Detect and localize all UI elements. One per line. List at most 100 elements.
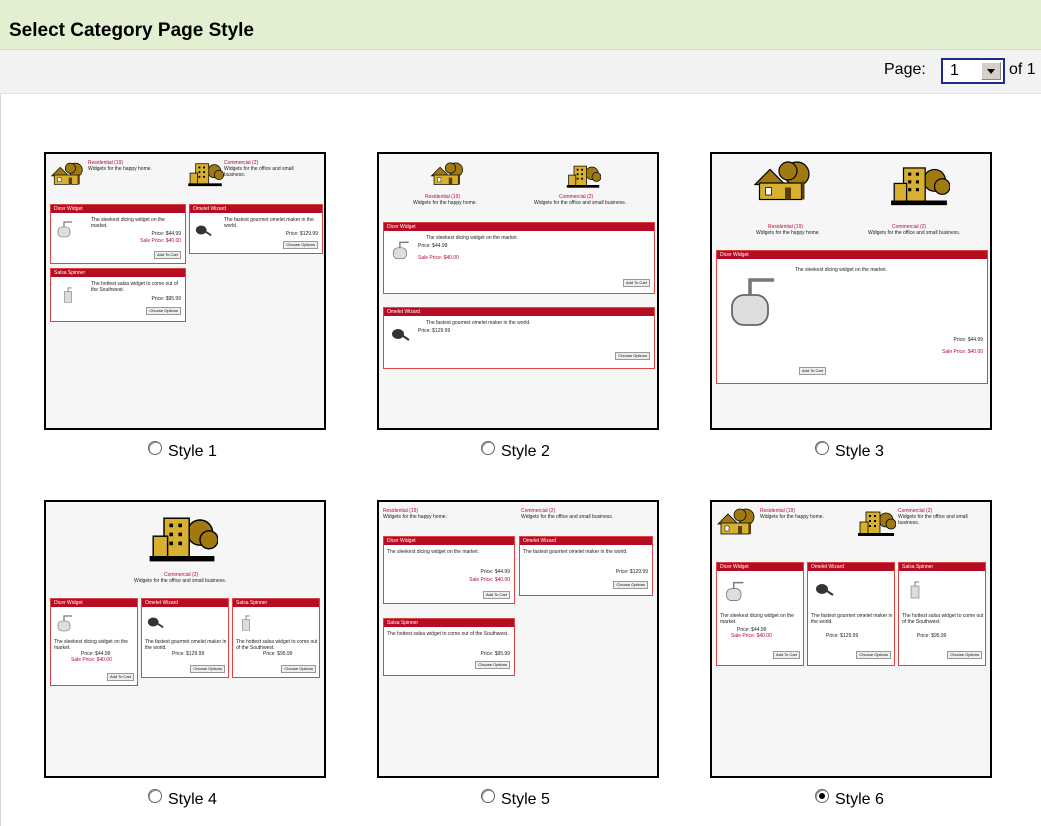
preview-commercial-desc: Widgets for the office and small busines… xyxy=(898,514,968,526)
style-1-radio[interactable] xyxy=(148,441,162,455)
preview-card-price: Price: $44.99 xyxy=(151,231,181,237)
preview-card-sale: Sale Price: $40.00 xyxy=(418,255,459,261)
style-4-option[interactable]: Style 4 xyxy=(148,788,268,810)
preview-card-price: Price: $44.99 xyxy=(953,337,983,343)
preview-card-title: Salsa Spinner xyxy=(51,269,185,277)
page-of-label: of 1 xyxy=(1009,61,1036,78)
dicer-icon xyxy=(723,271,783,331)
preview-add-to-cart: Add To Cart xyxy=(799,367,827,375)
style-2-option[interactable]: Style 2 xyxy=(481,440,601,462)
style-1-label: Style 1 xyxy=(168,443,217,460)
spinner-icon xyxy=(59,285,77,307)
preview-card-title: Omelet Wizard xyxy=(384,308,654,316)
house-icon xyxy=(429,162,465,188)
preview-card-sale: Sale Price: $40.00 xyxy=(140,238,181,244)
page-title: Select Category Page Style xyxy=(9,20,254,41)
preview-card-title: Salsa Spinner xyxy=(233,599,319,607)
style-4-radio[interactable] xyxy=(148,789,162,803)
preview-add-to-cart: Add To Cart xyxy=(106,673,134,681)
preview-card-dicer: Dicer Widget The sleekest dicing widget … xyxy=(716,562,804,666)
preview-commercial-desc: Widgets for the office and small busines… xyxy=(868,230,961,236)
dicer-icon xyxy=(723,579,747,603)
preview-card-desc: The sleekest dicing widget on the market… xyxy=(720,613,794,625)
preview-card-dicer: Dicer Widget The sleekest dicing widget … xyxy=(50,598,138,686)
preview-card-title: Omelet Wizard xyxy=(142,599,228,607)
preview-commercial-desc: Widgets for the office and small busines… xyxy=(224,166,294,178)
preview-card-dicer: Dicer Widget The sleekest dicing widget … xyxy=(383,536,515,604)
style-6-option[interactable]: Style 6 xyxy=(815,788,935,810)
style-5-option[interactable]: Style 5 xyxy=(481,788,601,810)
style-5-preview[interactable]: Residential (19) Widgets for the happy h… xyxy=(377,500,659,778)
preview-card-price: Price: $129.99 xyxy=(615,569,648,575)
preview-residential-desc: Widgets for the happy home. xyxy=(88,166,152,172)
preview-card-title: Omelet Wizard xyxy=(190,205,322,213)
preview-card-price: Price: $129.99 xyxy=(826,633,859,639)
preview-add-to-cart: Add To Cart xyxy=(153,251,181,259)
preview-card-title: Omelet Wizard xyxy=(520,537,652,545)
style-2-radio[interactable] xyxy=(481,441,495,455)
page-select[interactable]: 1 xyxy=(941,58,1005,84)
preview-card-desc: The hottest salsa widget to come out of … xyxy=(387,631,509,637)
style-4-preview[interactable]: Commercial (2) Widgets for the office an… xyxy=(44,500,326,778)
preview-card-omelet: Omelet Wizard The fastest gourmet omelet… xyxy=(383,307,655,369)
preview-card-price: Price: $44.99 xyxy=(480,569,510,575)
preview-card-salsa: Salsa Spinner The hottest salsa widget t… xyxy=(232,598,320,678)
preview-choose-options: Choose Options xyxy=(283,241,318,249)
preview-card-title: Salsa Spinner xyxy=(384,619,514,627)
style-6-preview[interactable]: Residential (19) Widgets for the happy h… xyxy=(710,500,992,778)
preview-choose-options: Choose Options xyxy=(615,352,650,360)
building-icon xyxy=(146,508,218,568)
building-icon xyxy=(186,160,224,188)
style-2-preview[interactable]: Residential (19) Widgets for the happy h… xyxy=(377,152,659,430)
style-1-option[interactable]: Style 1 xyxy=(148,440,268,462)
preview-card-title: Salsa Spinner xyxy=(899,563,985,571)
style-5-radio[interactable] xyxy=(481,789,495,803)
preview-choose-options: Choose Options xyxy=(856,651,891,659)
preview-card-salsa: Salsa Spinner The hottest salsa widget t… xyxy=(50,268,186,322)
preview-choose-options: Choose Options xyxy=(613,581,648,589)
preview-card-price: Price: $95.99 xyxy=(917,633,947,639)
preview-residential-desc: Widgets for the happy home. xyxy=(760,514,824,520)
preview-card-desc: The sleekest dicing widget on the market… xyxy=(91,217,165,229)
chevron-down-icon[interactable] xyxy=(981,62,1001,80)
preview-choose-options: Choose Options xyxy=(475,661,510,669)
preview-card-desc: The sleekest dicing widget on the market… xyxy=(54,639,128,651)
pan-icon xyxy=(146,613,164,631)
preview-choose-options: Choose Options xyxy=(281,665,316,673)
house-icon xyxy=(50,162,84,188)
preview-commercial-desc: Widgets for the office and small busines… xyxy=(134,578,227,584)
preview-card-title: Dicer Widget xyxy=(384,537,514,545)
preview-card-desc: The fastest gourmet omelet maker in the … xyxy=(426,320,531,326)
preview-card-price: Price: $44.99 xyxy=(418,243,448,249)
style-6-radio[interactable] xyxy=(815,789,829,803)
preview-card-desc: The sleekest dicing widget on the market… xyxy=(387,549,479,555)
preview-card-salsa: Salsa Spinner The hottest salsa widget t… xyxy=(898,562,986,666)
pan-icon xyxy=(814,579,834,599)
style-3-radio[interactable] xyxy=(815,441,829,455)
preview-commercial-desc: Widgets for the office and small busines… xyxy=(534,200,627,206)
preview-card-desc: The fastest gourmet omelet maker in the … xyxy=(811,613,893,625)
preview-add-to-cart: Add To Cart xyxy=(622,279,650,287)
house-icon xyxy=(752,160,812,206)
preview-card-omelet: Omelet Wizard The fastest gourmet omelet… xyxy=(807,562,895,666)
preview-card-title: Dicer Widget xyxy=(51,205,185,213)
style-5-label: Style 5 xyxy=(501,791,550,808)
divider xyxy=(0,94,1,826)
building-icon xyxy=(565,162,601,190)
dicer-icon xyxy=(390,239,412,261)
preview-card-title: Dicer Widget xyxy=(51,599,137,607)
preview-choose-options: Choose Options xyxy=(190,665,225,673)
preview-card-price: Price: $95.99 xyxy=(263,651,293,657)
preview-card-price: Price: $129.99 xyxy=(172,651,205,657)
preview-card-desc: The hottest salsa widget to come out of … xyxy=(91,281,178,293)
preview-residential-desc: Widgets for the happy home. xyxy=(383,514,447,520)
style-1-preview[interactable]: Residential (19) Widgets for the happy h… xyxy=(44,152,326,430)
page-header: Select Category Page Style xyxy=(0,0,1041,50)
spinner-icon xyxy=(237,613,255,635)
preview-card-price: Price: $129.99 xyxy=(285,231,318,237)
preview-card-price: Price: $95.99 xyxy=(151,296,181,302)
preview-card-title: Dicer Widget xyxy=(717,251,987,259)
style-3-preview[interactable]: Residential (19) Widgets for the happy h… xyxy=(710,152,992,430)
dicer-icon xyxy=(55,613,75,633)
style-3-option[interactable]: Style 3 xyxy=(815,440,935,462)
